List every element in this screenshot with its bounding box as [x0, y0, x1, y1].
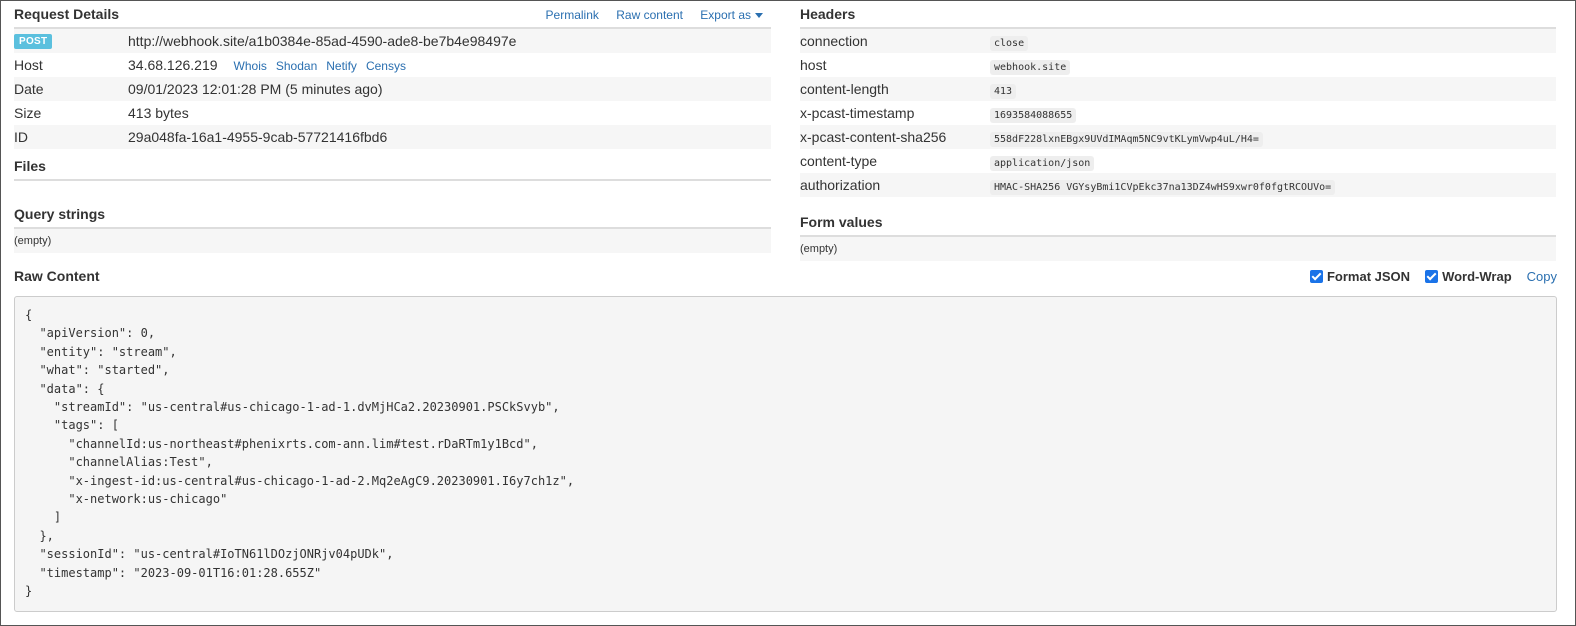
censys-link[interactable]: Censys — [366, 59, 406, 73]
raw-content-body: { "apiVersion": 0, "entity": "stream", "… — [25, 308, 575, 599]
header-row: authorization HMAC-SHA256 VGYsyBmi1CVpEk… — [800, 173, 1556, 197]
header-name: content-type — [800, 153, 878, 169]
left-column: Request Details Permalink Raw content Ex… — [14, 1, 771, 253]
header-row: x-pcast-timestamp 1693584088655 — [800, 101, 1556, 125]
request-url-link[interactable]: http://webhook.site/a1b0384e-85ad-4590-a… — [128, 33, 516, 49]
page-frame: Request Details Permalink Raw content Ex… — [0, 0, 1576, 626]
raw-content-options: Format JSON Word-Wrap Copy — [1309, 269, 1557, 284]
id-value: 29a048fa-16a1-4955-9cab-57721416fbd6 — [128, 129, 388, 145]
header-row: connection close — [800, 29, 1556, 53]
copy-link[interactable]: Copy — [1527, 269, 1557, 284]
format-json-label[interactable]: Format JSON — [1327, 269, 1410, 284]
query-strings-empty-text: (empty) — [14, 235, 52, 247]
raw-content-link[interactable]: Raw content — [616, 8, 683, 22]
header-value: 558dF228lxnEBgx9UVdIMAqm5NC9vtKLymVwp4uL… — [990, 132, 1263, 147]
raw-content-title: Raw Content — [14, 268, 100, 284]
headers-title: Headers — [800, 6, 856, 22]
form-values-empty-text: (empty) — [800, 243, 838, 255]
id-row: ID 29a048fa-16a1-4955-9cab-57721416fbd6 — [14, 125, 771, 149]
date-value: 09/01/2023 12:01:28 PM (5 minutes ago) — [128, 81, 383, 97]
host-value-cell: 34.68.126.219 Whois Shodan Netify Censys — [128, 57, 415, 73]
raw-content-header: Raw Content Format JSON Word-Wrap Copy — [14, 263, 1557, 293]
permalink-link[interactable]: Permalink — [546, 8, 599, 22]
header-name: x-pcast-timestamp — [800, 105, 915, 121]
header-name: content-length — [800, 81, 889, 97]
date-row: Date 09/01/2023 12:01:28 PM (5 minutes a… — [14, 77, 771, 101]
host-label: Host — [14, 57, 43, 73]
host-row: Host 34.68.126.219 Whois Shodan Netify Censy… — [14, 53, 771, 77]
header-value: HMAC-SHA256 VGYsyBmi1CVpEkc37na13DZ4wHS9… — [990, 180, 1336, 195]
header-name: authorization — [800, 177, 881, 193]
date-label: Date — [14, 81, 44, 97]
caret-down-icon — [755, 13, 763, 19]
header-row: content-length 413 — [800, 77, 1556, 101]
query-strings-title: Query strings — [14, 206, 106, 222]
export-as-label: Export as — [700, 8, 751, 22]
id-label: ID — [14, 129, 28, 145]
request-actions: Permalink Raw content Export as — [532, 8, 763, 22]
header-value: close — [990, 36, 1029, 51]
format-json-checkbox[interactable] — [1309, 270, 1323, 283]
request-details-title: Request Details — [14, 6, 120, 22]
header-row: host webhook.site — [800, 53, 1556, 77]
right-column: Headers connection close host webhook.si… — [800, 1, 1556, 261]
header-value: 1693584088655 — [990, 108, 1077, 123]
header-row: content-type application/json — [800, 149, 1556, 173]
size-value: 413 bytes — [128, 105, 189, 121]
word-wrap-label[interactable]: Word-Wrap — [1442, 269, 1512, 284]
header-name: x-pcast-content-sha256 — [800, 129, 947, 145]
method-badge: POST — [14, 34, 53, 49]
files-header: Files — [14, 153, 771, 181]
header-name: host — [800, 57, 827, 73]
header-name: connection — [800, 33, 868, 49]
header-row: x-pcast-content-sha256 558dF228lxnEBgx9U… — [800, 125, 1556, 149]
size-row: Size 413 bytes — [14, 101, 771, 125]
form-values-empty: (empty) — [800, 237, 1556, 261]
raw-content-box[interactable]: { "apiVersion": 0, "entity": "stream", "… — [14, 296, 1557, 612]
netify-link[interactable]: Netify — [326, 59, 357, 73]
whois-link[interactable]: Whois — [234, 59, 267, 73]
host-value: 34.68.126.219 — [128, 57, 218, 73]
request-details-header: Request Details Permalink Raw content Ex… — [14, 1, 771, 29]
form-values-header: Form values — [800, 209, 1556, 237]
url-row: POST http://webhook.site/a1b0384e-85ad-4… — [14, 29, 771, 53]
shodan-link[interactable]: Shodan — [276, 59, 317, 73]
export-as-dropdown[interactable]: Export as — [700, 8, 763, 22]
word-wrap-checkbox[interactable] — [1425, 270, 1439, 283]
header-value: application/json — [990, 156, 1095, 171]
header-value: 413 — [990, 84, 1017, 99]
host-lookup-links: Whois Shodan Netify Censys — [234, 59, 415, 73]
header-value: webhook.site — [990, 60, 1071, 75]
files-title: Files — [14, 158, 46, 174]
form-values-title: Form values — [800, 214, 883, 230]
headers-header: Headers — [800, 1, 1556, 29]
query-strings-empty: (empty) — [14, 229, 771, 253]
query-strings-header: Query strings — [14, 201, 771, 229]
size-label: Size — [14, 105, 42, 121]
